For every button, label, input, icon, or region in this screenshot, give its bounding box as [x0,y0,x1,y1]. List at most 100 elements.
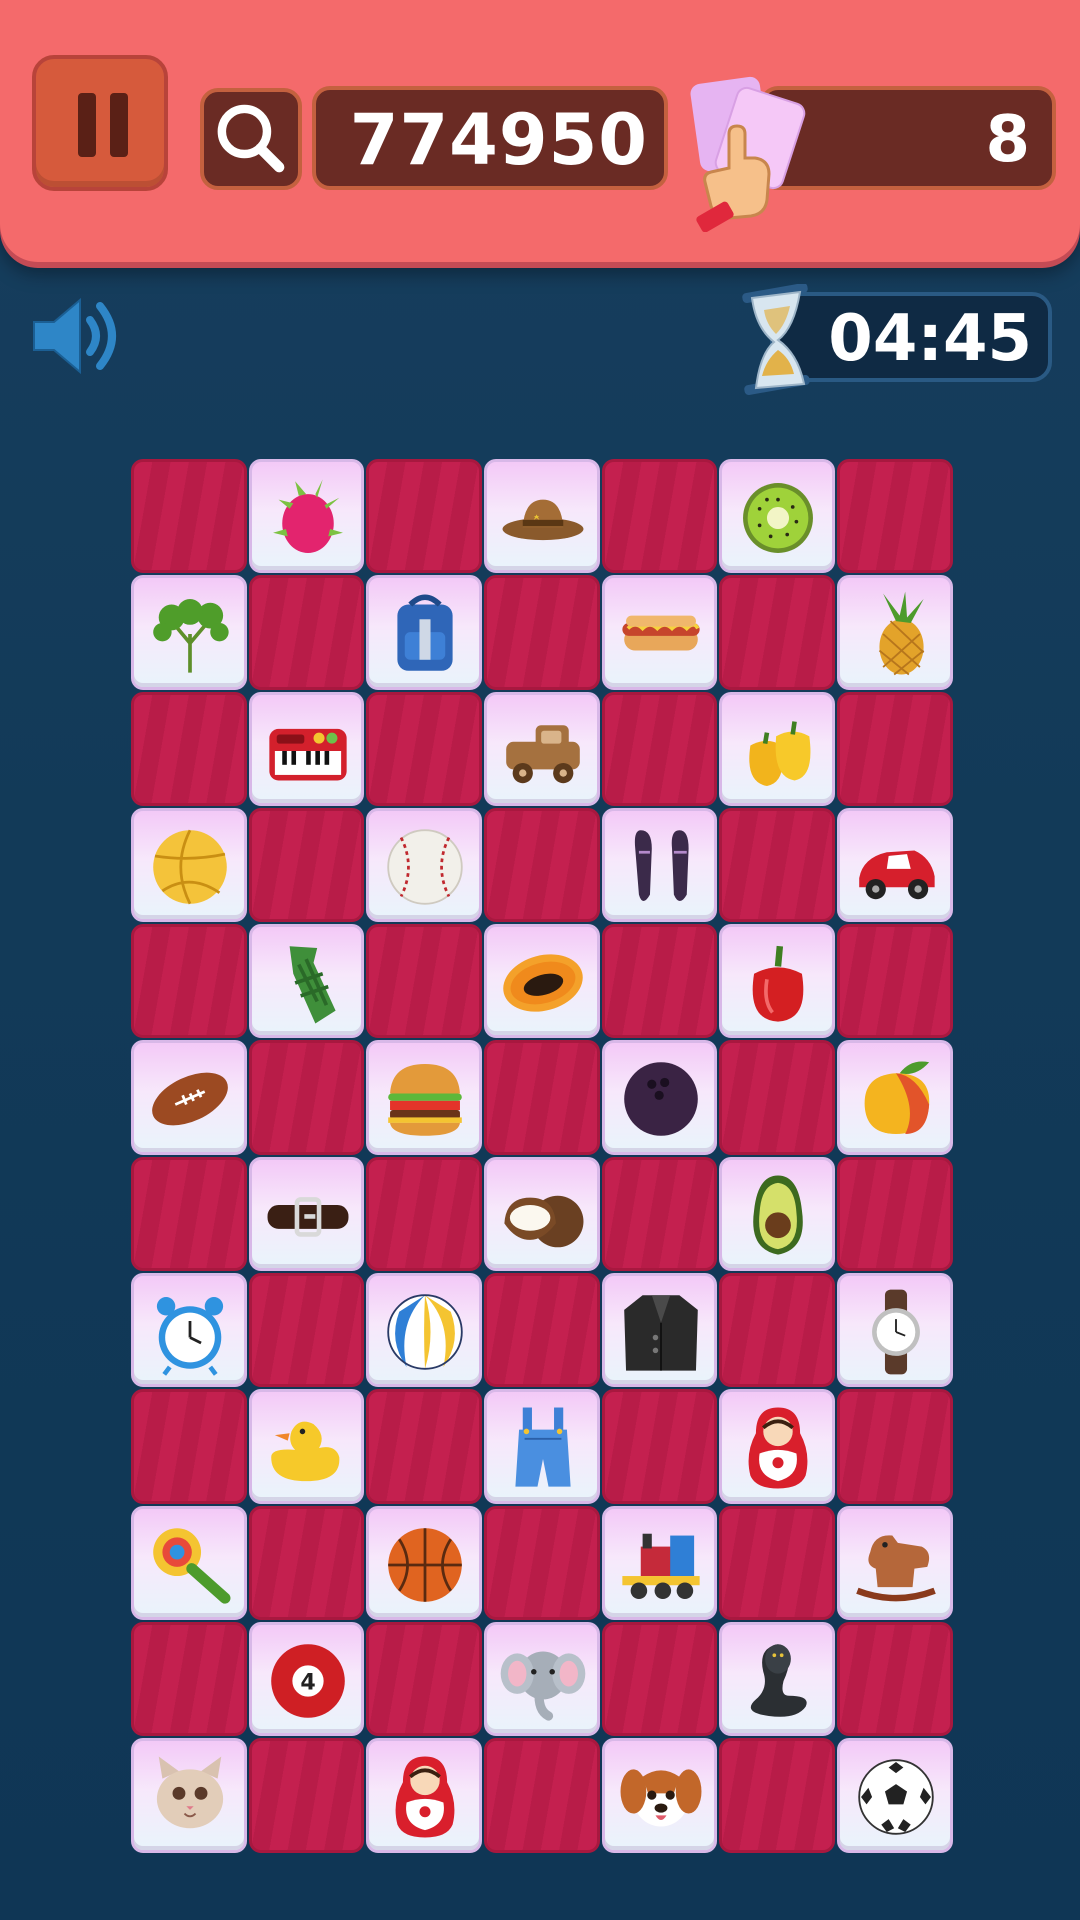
empty-tile[interactable] [484,575,600,690]
empty-tile[interactable] [131,459,247,574]
empty-tile[interactable] [131,691,247,806]
empty-tile[interactable] [601,1156,718,1272]
empty-tile[interactable] [837,924,953,1039]
toy-car-tile[interactable] [837,807,953,923]
cobra-tile[interactable] [719,1621,836,1737]
empty-tile[interactable] [248,575,365,690]
toy-truck-tile[interactable] [484,691,600,806]
empty-tile[interactable] [837,459,953,574]
wristwatch-tile[interactable] [837,1273,953,1388]
dress-shoes-tile[interactable] [601,807,718,923]
football-tile[interactable] [131,1040,247,1155]
parsley-icon [153,599,229,673]
nesting-doll-tile[interactable] [366,1738,483,1853]
coat-tile[interactable] [601,1273,718,1388]
empty-tile[interactable] [601,1389,718,1504]
pineapple-icon [878,591,925,676]
red-pepper-tile[interactable] [719,924,836,1039]
rubber-duck-tile[interactable] [248,1389,365,1504]
empty-tile[interactable] [484,1040,600,1155]
overalls-tile[interactable] [484,1389,600,1504]
moves-value: 8 [985,103,1030,177]
elephant-tile[interactable] [484,1621,600,1737]
empty-tile[interactable] [366,1389,483,1504]
empty-tile[interactable] [837,1389,953,1504]
empty-tile[interactable] [248,807,365,923]
empty-tile[interactable] [719,1040,836,1155]
empty-tile[interactable] [484,1273,600,1388]
avocado-tile[interactable] [719,1156,836,1272]
empty-tile[interactable] [131,1621,247,1737]
volleyball-tile[interactable] [131,807,247,923]
nesting-doll-tile[interactable] [719,1389,836,1504]
empty-tile[interactable] [837,1156,953,1272]
empty-tile[interactable] [719,575,836,690]
empty-tile[interactable] [601,924,718,1039]
empty-tile[interactable] [248,1040,365,1155]
beach-ball-tile[interactable] [366,1273,483,1388]
toy-train-icon [622,1533,700,1599]
cat-tile[interactable] [131,1738,247,1853]
empty-tile[interactable] [248,1738,365,1853]
bowling-ball-tile[interactable] [601,1040,718,1155]
empty-tile[interactable] [366,1621,483,1737]
belt-icon [267,1196,349,1237]
empty-tile[interactable] [719,1273,836,1388]
overalls-icon [515,1407,571,1488]
bowling-ball-icon [623,1062,698,1137]
empty-tile[interactable] [837,691,953,806]
soccer-ball-tile[interactable] [837,1738,953,1853]
empty-tile[interactable] [484,1738,600,1853]
toy-train-tile[interactable] [601,1505,718,1620]
empty-tile[interactable] [131,1389,247,1504]
billiard-ball-tile[interactable]: 4 [248,1621,365,1737]
dragon-fruit-tile[interactable] [248,459,365,574]
empty-tile[interactable] [601,459,718,574]
bell-peppers-tile[interactable] [719,691,836,806]
magnifier-hint-button[interactable] [200,88,302,190]
pineapple-tile[interactable] [837,575,953,690]
elephant-icon [500,1651,586,1721]
baby-rattle-tile[interactable] [131,1505,247,1620]
empty-tile[interactable] [366,459,483,574]
puppy-tile[interactable] [601,1738,718,1853]
empty-tile[interactable] [484,1505,600,1620]
cowboy-hat-icon [502,499,584,541]
coconut-tile[interactable] [484,1156,600,1272]
empty-tile[interactable] [719,1505,836,1620]
belt-tile[interactable] [248,1156,365,1272]
burger-tile[interactable] [366,1040,483,1155]
empty-tile[interactable] [719,1738,836,1853]
pause-button[interactable] [32,55,168,191]
empty-tile[interactable] [131,924,247,1039]
empty-tile[interactable] [248,1505,365,1620]
empty-tile[interactable] [601,1621,718,1737]
papaya-tile[interactable] [484,924,600,1039]
empty-tile[interactable] [248,1273,365,1388]
parsley-tile[interactable] [131,575,247,690]
mango-tile[interactable] [837,1040,953,1155]
sound-button[interactable] [28,292,124,380]
empty-tile[interactable] [837,1621,953,1737]
empty-tile[interactable] [366,1156,483,1272]
hot-dog-tile[interactable] [601,575,718,690]
alarm-clock-tile[interactable] [131,1273,247,1388]
mango-icon [864,1061,930,1135]
necktie-tile[interactable] [248,924,365,1039]
dragon-fruit-icon [272,479,343,553]
coconut-icon [504,1195,584,1248]
kiwi-tile[interactable] [719,459,836,574]
backpack-tile[interactable] [366,575,483,690]
empty-tile[interactable] [131,1156,247,1272]
empty-tile[interactable] [366,691,483,806]
empty-tile[interactable] [719,807,836,923]
baseball-tile[interactable] [366,807,483,923]
rocking-horse-tile[interactable] [837,1505,953,1620]
empty-tile[interactable] [484,807,600,923]
rocking-horse-icon [856,1535,936,1601]
empty-tile[interactable] [366,924,483,1039]
cowboy-hat-tile[interactable] [484,459,600,574]
toy-piano-tile[interactable] [248,691,365,806]
basketball-tile[interactable] [366,1505,483,1620]
empty-tile[interactable] [601,691,718,806]
